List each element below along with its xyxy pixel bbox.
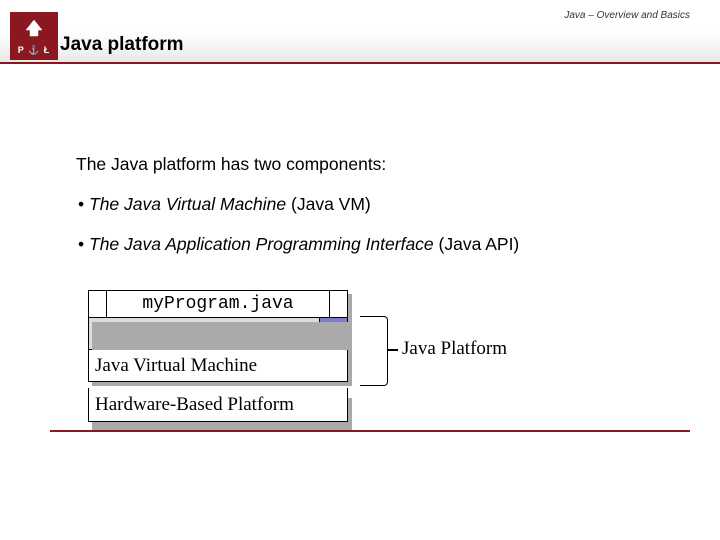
box-java-vm-label: Java Virtual Machine [95,355,257,377]
intro-text: The Java platform has two components: [76,150,676,178]
box-hardware-label: Hardware-Based Platform [95,394,294,416]
bullet-dot: • [78,194,89,214]
box-hardware-platform: Hardware-Based Platform [88,388,348,422]
box-myprogram-label: myProgram.java [107,294,329,314]
bracket-icon [360,316,388,386]
platform-diagram: myProgram.java Java API Java Virtual Mac… [88,290,348,422]
logo-letters: P ⚓ Ł [18,45,51,56]
page-title: Java platform [60,34,184,56]
box-java-vm: Java Virtual Machine [88,350,348,382]
box-myprogram: myProgram.java [88,290,348,318]
bullet-rest: (Java VM) [286,194,371,214]
footer-divider [50,430,690,432]
logo-graphic-icon [24,18,44,38]
bullet-rest: (Java API) [434,234,520,254]
bracket-label: Java Platform [402,338,507,360]
diagram-stack: myProgram.java Java API Java Virtual Mac… [88,290,348,422]
bullet-italic: The Java Virtual Machine [89,194,286,214]
institution-logo: P ⚓ Ł [10,12,58,60]
header-breadcrumb: Java – Overview and Basics [564,10,690,21]
bullet-1: • The Java Virtual Machine (Java VM) [78,190,676,218]
bullet-2: • The Java Application Programming Inter… [78,230,676,258]
content-area: The Java platform has two components: • … [76,150,676,270]
bullet-italic: The Java Application Programming Interfa… [89,234,434,254]
bracket-tip-icon [388,349,398,351]
bullet-dot: • [78,234,89,254]
